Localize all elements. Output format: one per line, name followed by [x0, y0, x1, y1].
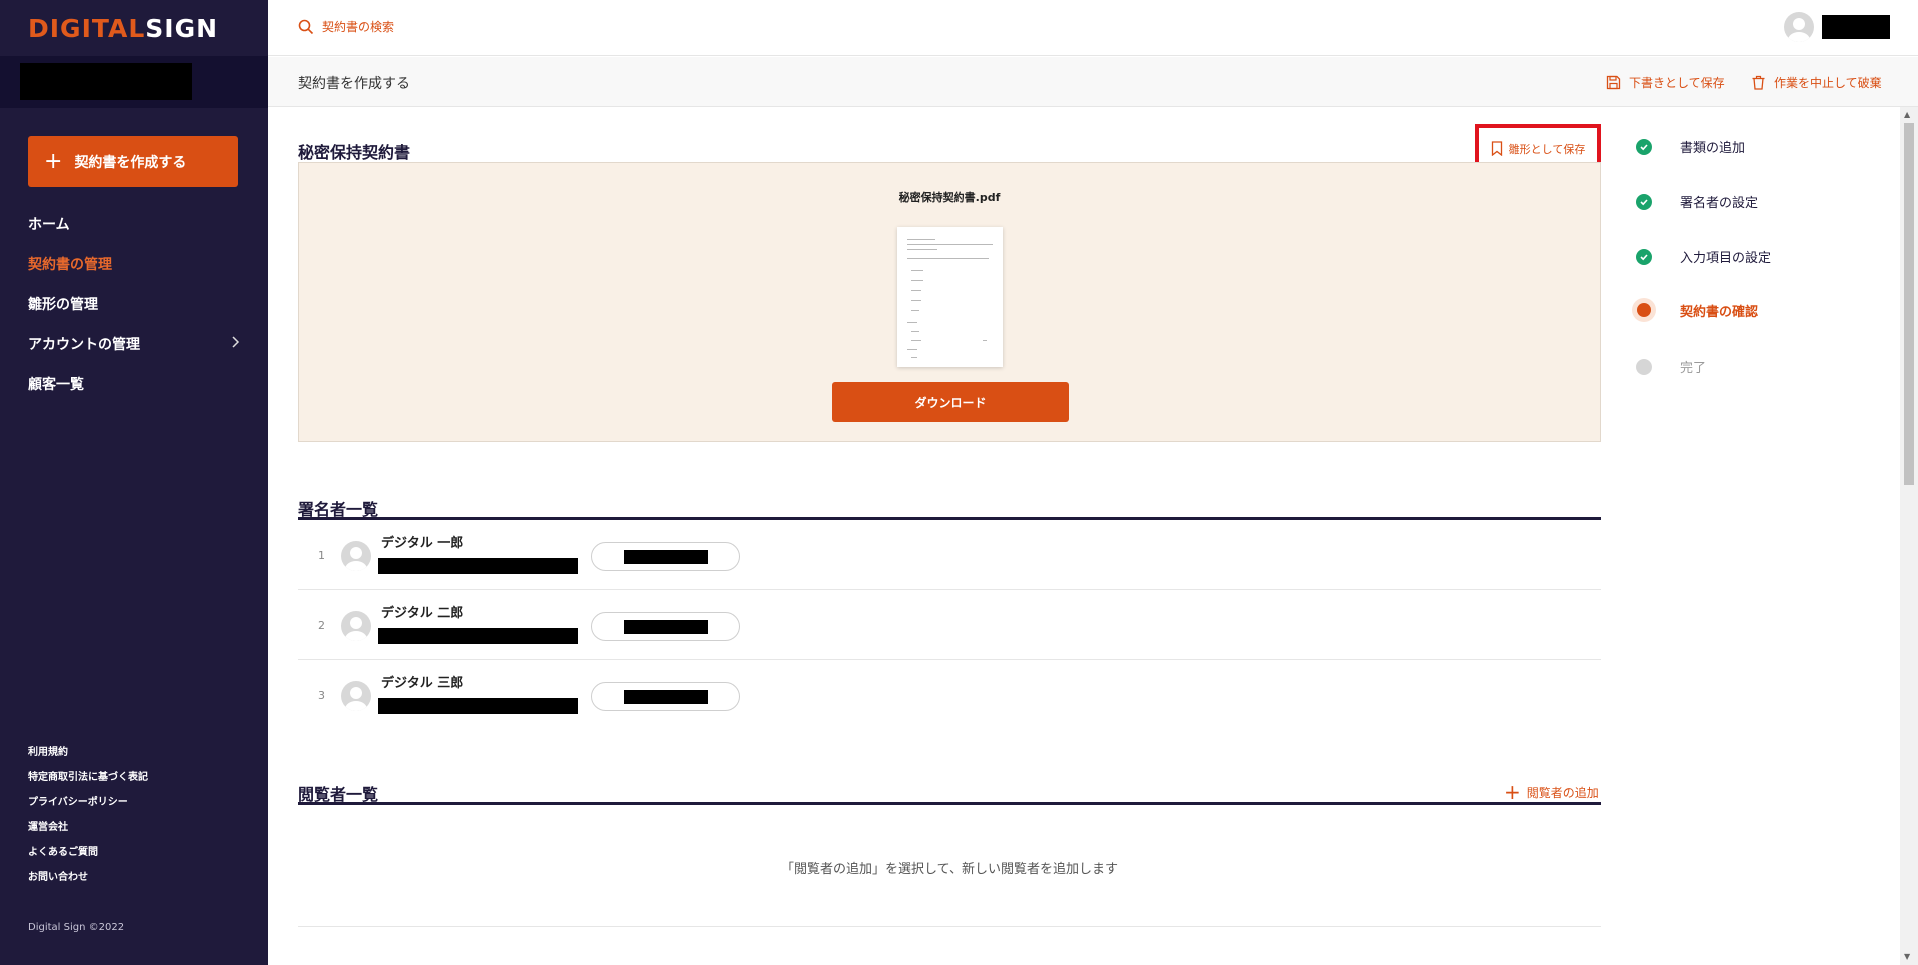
- footer-links: 利用規約 特定商取引法に基づく表記 プライバシーポリシー 運営会社 よくあるご質…: [28, 740, 148, 890]
- signer-name: デジタル 三郎: [381, 676, 464, 691]
- sidebar: DIGITALSIGN + 契約書を作成する ホーム 契約書の管理 雛形の管理 …: [0, 0, 268, 965]
- signer-row: 3 デジタル 三郎: [298, 660, 1601, 730]
- sidebar-item-account[interactable]: アカウントの管理: [28, 324, 240, 364]
- signer-status-redacted: [624, 690, 708, 704]
- logo-rest: SIGN: [145, 14, 219, 43]
- pending-step-indicator: [1636, 358, 1652, 375]
- create-contract-button[interactable]: + 契約書を作成する: [28, 136, 238, 187]
- footer-link-contact[interactable]: お問い合わせ: [28, 865, 148, 890]
- add-viewer-button[interactable]: + 閲覧者の追加: [1504, 782, 1599, 802]
- check-icon: [1636, 193, 1652, 210]
- topbar: 契約書の検索: [268, 0, 1918, 56]
- document-preview-panel: 秘密保持契約書.pdf ダウンロード: [298, 162, 1601, 442]
- signer-name: デジタル 一郎: [381, 536, 464, 551]
- scrollbar-thumb[interactable]: [1904, 123, 1914, 485]
- plus-icon: +: [44, 148, 63, 174]
- sidebar-item-customers[interactable]: 顧客一覧: [28, 364, 240, 404]
- search-icon: [298, 19, 314, 34]
- step-label: 完了: [1680, 361, 1707, 376]
- discard-button[interactable]: 作業を中止して破棄: [1751, 74, 1882, 91]
- search-label: 契約書の検索: [322, 20, 395, 34]
- step-set-signers: 署名者の設定: [1636, 192, 1758, 211]
- sidebar-item-label: ホーム: [28, 217, 70, 233]
- step-label: 署名者の設定: [1680, 196, 1759, 211]
- step-add-document: 書類の追加: [1636, 137, 1745, 156]
- scroll-up-arrow-icon[interactable]: ▲: [1904, 110, 1910, 119]
- signer-number: 2: [318, 619, 325, 632]
- copyright: Digital Sign ©2022: [28, 922, 125, 933]
- user-name-redacted[interactable]: [1822, 15, 1890, 39]
- logo[interactable]: DIGITALSIGN: [28, 14, 218, 43]
- sidebar-item-templates[interactable]: 雛形の管理: [28, 284, 240, 324]
- step-label: 書類の追加: [1680, 141, 1746, 156]
- signer-status-redacted: [624, 620, 708, 634]
- signer-number: 1: [318, 549, 325, 562]
- step-confirm-contract: 契約書の確認: [1632, 298, 1759, 322]
- signer-name: デジタル 二郎: [381, 606, 464, 621]
- user-icon: [345, 617, 367, 641]
- add-viewer-label: 閲覧者の追加: [1526, 785, 1599, 800]
- user-icon: [345, 687, 367, 711]
- bookmark-icon: [1491, 141, 1502, 156]
- viewers-empty-message: 「閲覧者の追加」を選択して、新しい閲覧者を追加します: [781, 862, 1118, 877]
- step-set-fields: 入力項目の設定: [1636, 247, 1771, 266]
- sidebar-item-contracts[interactable]: 契約書の管理: [28, 244, 240, 284]
- scroll-down-arrow-icon[interactable]: ▼: [1904, 952, 1910, 961]
- sidebar-item-label: 契約書の管理: [28, 257, 112, 273]
- document-thumbnail[interactable]: [897, 227, 1003, 367]
- save-draft-button[interactable]: 下書きとして保存: [1606, 74, 1725, 91]
- footer-link-faq[interactable]: よくあるご質問: [28, 840, 148, 865]
- organization-name-redacted: [20, 63, 192, 100]
- signer-status-pill: [591, 542, 740, 571]
- check-icon: [1636, 248, 1652, 265]
- signer-status-pill: [591, 682, 740, 711]
- user-avatar[interactable]: [1784, 12, 1814, 42]
- step-complete: 完了: [1636, 357, 1706, 376]
- signer-row: 1 デジタル 一郎: [298, 520, 1601, 590]
- floppy-disk-icon: [1606, 75, 1621, 90]
- document-file-name: 秘密保持契約書.pdf: [898, 191, 1001, 204]
- step-label: 契約書の確認: [1680, 304, 1759, 320]
- sidebar-item-label: アカウントの管理: [28, 337, 140, 353]
- sidebar-item-label: 顧客一覧: [28, 377, 84, 393]
- sidebar-item-home[interactable]: ホーム: [28, 204, 240, 244]
- signer-email-redacted: [378, 628, 578, 644]
- sidebar-nav: ホーム 契約書の管理 雛形の管理 アカウントの管理 顧客一覧: [28, 204, 240, 404]
- current-step-indicator: [1632, 298, 1656, 322]
- signer-status-redacted: [624, 550, 708, 564]
- signer-email-redacted: [378, 698, 578, 714]
- footer-link-terms[interactable]: 利用規約: [28, 740, 148, 765]
- footer-link-company[interactable]: 運営会社: [28, 815, 148, 840]
- save-draft-label: 下書きとして保存: [1629, 76, 1725, 90]
- chevron-right-icon: [230, 336, 240, 352]
- download-button[interactable]: ダウンロード: [832, 382, 1069, 422]
- footer-link-commerce-law[interactable]: 特定商取引法に基づく表記: [28, 765, 148, 790]
- signer-avatar: [341, 541, 371, 571]
- trash-icon: [1752, 75, 1765, 90]
- create-contract-label: 契約書を作成する: [74, 154, 187, 171]
- page-header: 契約書を作成する 下書きとして保存 作業を中止して破棄: [268, 57, 1918, 107]
- signer-number: 3: [318, 689, 325, 702]
- sidebar-item-label: 雛形の管理: [28, 297, 98, 313]
- plus-icon: +: [1504, 780, 1521, 804]
- signer-row: 2 デジタル 二郎: [298, 590, 1601, 660]
- save-as-template-label: 雛形として保存: [1508, 142, 1586, 156]
- footer-link-privacy[interactable]: プライバシーポリシー: [28, 790, 148, 815]
- signer-email-redacted: [378, 558, 578, 574]
- search-button[interactable]: 契約書の検索: [298, 18, 394, 35]
- signer-avatar: [341, 611, 371, 641]
- user-icon: [1788, 18, 1810, 42]
- document-title: 秘密保持契約書: [298, 143, 411, 162]
- logo-accent: DIGITAL: [28, 14, 146, 43]
- discard-label: 作業を中止して破棄: [1774, 76, 1882, 90]
- user-icon: [345, 547, 367, 571]
- page-title: 契約書を作成する: [298, 76, 410, 92]
- check-icon: [1636, 138, 1652, 155]
- step-label: 入力項目の設定: [1680, 251, 1772, 266]
- viewers-divider: [298, 802, 1601, 805]
- viewers-bottom-divider: [298, 926, 1601, 927]
- signer-avatar: [341, 681, 371, 711]
- signer-status-pill: [591, 612, 740, 641]
